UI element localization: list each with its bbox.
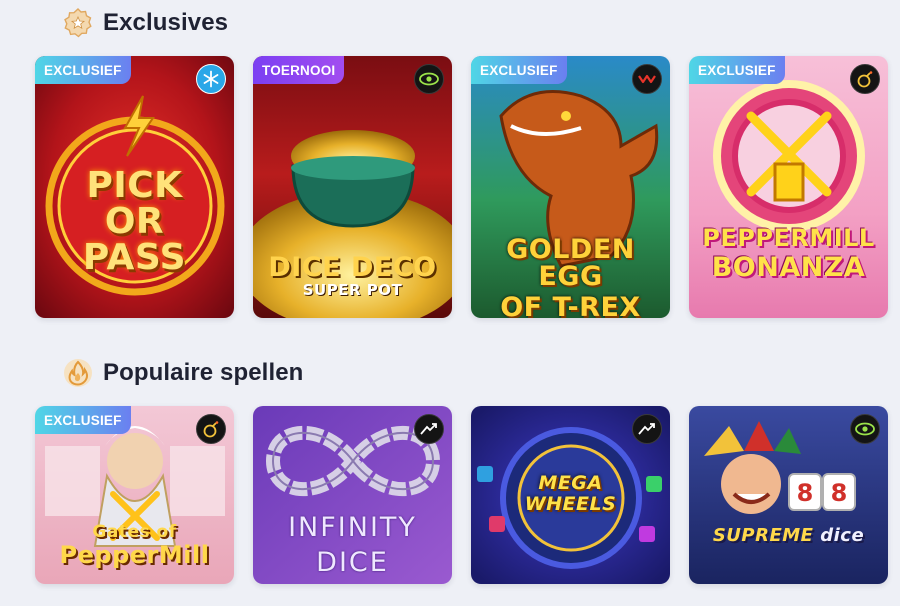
game-card-golden-egg-of-t-rex[interactable]: GOLDEN EGG OF T-REX EXCLUSIEF [471, 56, 670, 318]
game-card-infinity-dice[interactable]: INFINITY DICE [253, 406, 452, 584]
game-card-mega-wheels[interactable]: MEGA WHEELS [471, 406, 670, 584]
flame-icon [62, 357, 94, 389]
provider-bomb-icon [196, 414, 226, 444]
provider-bomb-icon [850, 64, 880, 94]
art-title-line: SUPREME [712, 525, 814, 546]
exclusive-badge: EXCLUSIEF [689, 56, 785, 84]
art-title-line: Gates of [92, 522, 177, 542]
art-title-line: PepperMill [59, 541, 210, 569]
exclusive-badge: EXCLUSIEF [35, 56, 131, 84]
svg-text:8: 8 [831, 479, 848, 507]
provider-eye-icon [850, 414, 880, 444]
art-title-line: DICE DECO [268, 252, 437, 283]
provider-arrow-icon [632, 414, 662, 444]
exclusive-badge: EXCLUSIEF [35, 406, 131, 434]
game-card-gates-of-peppermill[interactable]: Gates of PepperMill EXCLUSIEF [35, 406, 234, 584]
art-title-line: OF T-REX [500, 292, 641, 318]
art-title-line: MEGA [538, 472, 603, 494]
provider-snowflake-icon [196, 64, 226, 94]
exclusive-badge: EXCLUSIEF [471, 56, 567, 84]
art-title-line: PASS [82, 237, 187, 278]
section-header-exclusives: Exclusives [62, 7, 228, 39]
art-title-line: BONANZA [711, 252, 866, 283]
tournament-badge: TOERNOOI [253, 56, 345, 84]
art-title-line: GOLDEN EGG [506, 234, 635, 292]
art-title-line: PICK [86, 165, 183, 206]
provider-eye-icon [414, 64, 444, 94]
star-badge-icon [62, 7, 94, 39]
art-title-line: INFINITY [288, 512, 417, 543]
art-title-line: SUPER POT [302, 281, 403, 299]
art-title-line: WHEELS [524, 493, 617, 515]
game-card-peppermill-bonanza[interactable]: PEPPERMILL BONANZA EXCLUSIEF [689, 56, 888, 318]
art-title-line: OR [104, 201, 165, 242]
exclusives-row: PICK OR PASS EXCLUSIEF DICE DECO SUPER P… [35, 56, 888, 318]
game-card-pick-or-pass[interactable]: PICK OR PASS EXCLUSIEF [35, 56, 234, 318]
art-title-line: dice [820, 525, 865, 546]
provider-arrow-icon [414, 414, 444, 444]
art-title-line: DICE [316, 547, 389, 578]
popular-row: Gates of PepperMill EXCLUSIEF INFINITY D… [35, 406, 888, 584]
provider-wave-icon [632, 64, 662, 94]
section-header-popular: Populaire spellen [62, 357, 303, 389]
section-title: Populaire spellen [103, 359, 304, 386]
art-title-line: PEPPERMILL [702, 224, 875, 252]
game-card-dice-deco[interactable]: DICE DECO SUPER POT TOERNOOI [253, 56, 452, 318]
game-card-supreme-dice[interactable]: 8 8 SUPREME dice [689, 406, 888, 584]
svg-text:8: 8 [797, 479, 814, 507]
section-title: Exclusives [103, 9, 229, 36]
